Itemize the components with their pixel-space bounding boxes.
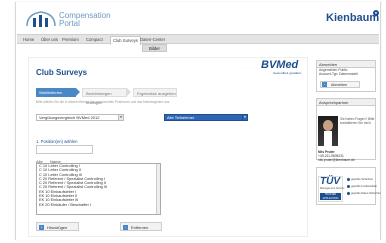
list-item[interactable]: EK 20 Einkäufer / Beschaffer I bbox=[37, 203, 160, 207]
brand-name-line2: Portal bbox=[59, 19, 80, 28]
minus-icon: − bbox=[123, 224, 128, 230]
subnav-item-bilder[interactable]: Bilder bbox=[142, 44, 167, 52]
kienbaum-logo-mark-icon: ● bbox=[373, 10, 379, 16]
step-ergebnisse[interactable]: Ergebnisse ausgeben bbox=[133, 88, 177, 97]
nav-item-daten-center[interactable]: Daten-Center bbox=[138, 36, 167, 44]
survey-select[interactable]: Vergütungsvergleich BVMed 2012 ▼ bbox=[36, 114, 124, 121]
chevron-down-icon: ▼ bbox=[118, 115, 123, 120]
logout-box-title: Abmelden bbox=[317, 61, 375, 68]
contact-box-title: Ansprechpartner bbox=[317, 99, 375, 106]
segment-select[interactable]: Alle Teilnehmer ▼ bbox=[164, 114, 248, 121]
list-scrollbar[interactable] bbox=[156, 164, 160, 214]
remove-button[interactable]: − Entfernen bbox=[120, 222, 162, 231]
position-list[interactable]: C 10 Leiter Controlling I C 10 Leiter Co… bbox=[36, 163, 161, 215]
account-type: Account-Typ: Datenmodell bbox=[319, 72, 358, 76]
step-arrow-icon bbox=[127, 88, 131, 96]
contact-email[interactable]: nils.pruter@kienbaum.de bbox=[318, 158, 355, 162]
nav-item-compact[interactable]: Compact bbox=[84, 36, 105, 44]
badge-data-security: geprüfte Daten-Sicherheit bbox=[347, 192, 381, 195]
contact-prompt: Sie haben Fragen? Bitte kontaktieren Sie… bbox=[340, 117, 375, 125]
survey-select-value: Vergütungsvergleich BVMed 2012 bbox=[39, 115, 100, 120]
badge-functionality: geprüfte Funktionalität bbox=[347, 185, 377, 188]
logout-button-label: Abmelden bbox=[331, 83, 348, 87]
kienbaum-logo[interactable]: Kienbaum bbox=[326, 12, 379, 24]
add-button-label: Hinzufügen bbox=[47, 225, 68, 230]
nav-item-premium[interactable]: Premium bbox=[60, 36, 81, 44]
page-title: Club Surveys bbox=[36, 68, 88, 77]
tuev-logo: TÜV bbox=[320, 176, 340, 187]
compensation-portal-logo-icon bbox=[26, 11, 56, 27]
instruction-text: Bitte wählen Sie die in diesem Bericht d… bbox=[36, 100, 171, 104]
badge-security: geprüfte Sicherheit bbox=[347, 178, 373, 181]
nav-item-ueber-uns[interactable]: Über uns bbox=[39, 36, 60, 44]
position-section-label: 1. Position(en) wählen bbox=[36, 139, 78, 144]
logout-icon: › bbox=[322, 82, 327, 87]
contact-details: Nils Pruter +49-211-9605231 nils.pruter@… bbox=[318, 150, 355, 162]
tuev-subtitle: Management Service bbox=[320, 187, 345, 190]
bvmed-logo: BVMed bbox=[261, 59, 299, 71]
chevron-down-icon: ▼ bbox=[242, 115, 247, 120]
page: Compensation Portal Kienbaum ● Home Über… bbox=[0, 0, 386, 243]
remove-button-label: Entfernen bbox=[131, 225, 149, 230]
plus-icon: + bbox=[39, 224, 44, 230]
avatar bbox=[318, 116, 338, 146]
segment-select-value: Alle Teilnehmer bbox=[167, 115, 195, 120]
add-button[interactable]: + Hinzufügen bbox=[36, 222, 79, 231]
step-berichtsbogen[interactable]: Berichtsbogen festlegen bbox=[82, 88, 127, 105]
trusted-application-badge: TRUSTED APPLICATION bbox=[320, 193, 341, 200]
step-wahlkriterien[interactable]: Wahlkriterien auswählen bbox=[36, 88, 76, 104]
main-navigation: Home Über uns Premium Compact Club Surve… bbox=[17, 34, 379, 45]
nav-item-home[interactable]: Home bbox=[21, 36, 36, 44]
nav-item-club-surveys[interactable]: Club Surveys bbox=[110, 36, 141, 45]
step-arrow-icon bbox=[76, 88, 80, 96]
position-search-input[interactable] bbox=[36, 145, 93, 154]
bvmed-tagline: Gesundheit gestalten bbox=[273, 71, 302, 75]
bvmed-dots-decoration: · · · · · bbox=[242, 66, 259, 71]
